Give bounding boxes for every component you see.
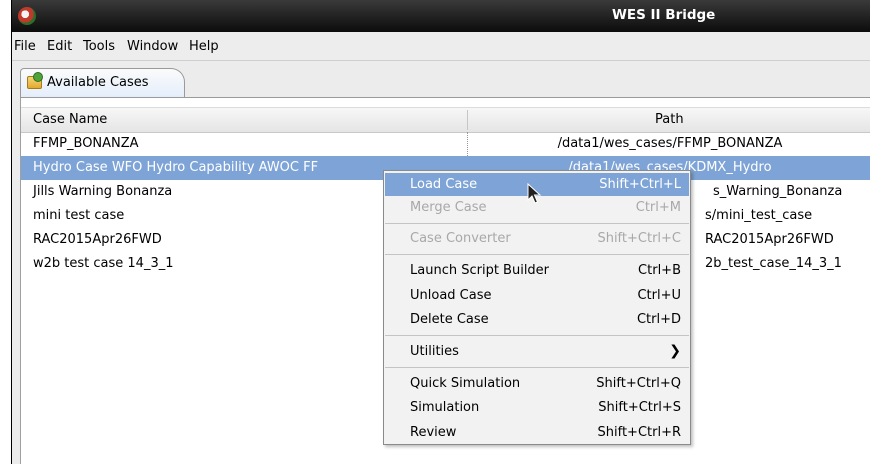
table-row[interactable]: FFMP_BONANZA /data1/wes_cases/FFMP_BONAN… xyxy=(21,132,870,156)
mouse-pointer-icon xyxy=(527,183,542,204)
app-logo-icon xyxy=(18,7,36,25)
menu-edit[interactable]: Edit xyxy=(47,39,72,54)
tab-label: Available Cases xyxy=(47,75,149,90)
menu-item-shortcut: Ctrl+B xyxy=(638,263,681,278)
case-name-cell: w2b test case 14_3_1 xyxy=(33,256,174,271)
cases-folder-icon xyxy=(27,72,43,89)
case-name-cell: FFMP_BONANZA xyxy=(33,136,139,151)
menu-item-label: Merge Case xyxy=(410,200,487,215)
case-path-cell: 2b_test_case_14_3_1 xyxy=(705,256,842,271)
title-bar[interactable]: WES II Bridge xyxy=(12,0,870,32)
case-name-cell: mini test case xyxy=(33,208,125,223)
case-path-cell: RAC2015Apr26FWD xyxy=(705,232,834,247)
menu-item-review[interactable]: Review Shift+Ctrl+R xyxy=(385,421,689,444)
column-header-path[interactable]: Path xyxy=(655,112,684,127)
menu-item-shortcut: Shift+Ctrl+L xyxy=(599,177,681,192)
menu-item-shortcut: Shift+Ctrl+R xyxy=(597,425,682,440)
menu-item-label: Quick Simulation xyxy=(410,376,521,391)
tab-strip: Available Cases xyxy=(20,60,870,98)
window-title: WES II Bridge xyxy=(612,7,716,23)
menu-item-label: Review xyxy=(410,425,457,440)
menu-separator xyxy=(385,223,689,224)
menu-item-shortcut: Ctrl+D xyxy=(636,312,681,327)
menu-item-label: Unload Case xyxy=(410,288,492,303)
table-header: Case Name Path xyxy=(21,107,870,133)
menu-item-label: Simulation xyxy=(410,400,480,415)
column-divider[interactable] xyxy=(467,110,468,130)
menu-separator xyxy=(385,254,689,255)
menu-item-simulation[interactable]: Simulation Shift+Ctrl+S xyxy=(385,396,689,419)
menu-item-shortcut: Shift+Ctrl+Q xyxy=(596,376,681,391)
menu-file[interactable]: File xyxy=(14,39,36,54)
menu-separator xyxy=(385,367,689,368)
case-name-cell: Hydro Case WFO Hydro Capability AWOC FF xyxy=(33,160,319,175)
menu-item-label: Delete Case xyxy=(410,312,489,327)
chevron-right-icon: ❯ xyxy=(669,343,681,359)
case-path-cell: s/mini_test_case xyxy=(705,208,813,223)
case-path-cell: s_Warning_Bonanza xyxy=(713,184,843,199)
menu-item-delete-case[interactable]: Delete Case Ctrl+D xyxy=(385,308,689,331)
menu-bar: File Edit Tools Window Help xyxy=(12,32,870,61)
menu-separator xyxy=(385,335,689,336)
menu-item-shortcut: Shift+Ctrl+S xyxy=(598,400,681,415)
menu-tools[interactable]: Tools xyxy=(83,39,115,54)
menu-window[interactable]: Window xyxy=(127,39,178,54)
case-name-cell: RAC2015Apr26FWD xyxy=(33,232,162,247)
tab-available-cases[interactable]: Available Cases xyxy=(20,68,185,97)
context-menu: Load Case Shift+Ctrl+L Merge Case Ctrl+M… xyxy=(383,170,691,445)
case-path-cell: /data1/wes_cases/FFMP_BONANZA xyxy=(557,136,783,151)
menu-item-case-converter[interactable]: Case Converter Shift+Ctrl+C xyxy=(385,227,689,250)
menu-item-label: Case Converter xyxy=(410,231,511,246)
menu-item-label: Launch Script Builder xyxy=(410,263,550,278)
menu-item-shortcut: Shift+Ctrl+C xyxy=(597,231,681,246)
menu-item-shortcut: Ctrl+M xyxy=(635,200,681,215)
menu-item-unload-case[interactable]: Unload Case Ctrl+U xyxy=(385,284,689,307)
menu-item-label: Load Case xyxy=(410,177,478,192)
menu-item-utilities[interactable]: Utilities ❯ xyxy=(385,340,689,363)
menu-item-launch-script-builder[interactable]: Launch Script Builder Ctrl+B xyxy=(385,259,689,282)
menu-item-quick-simulation[interactable]: Quick Simulation Shift+Ctrl+Q xyxy=(385,372,689,395)
menu-help[interactable]: Help xyxy=(189,39,219,54)
case-name-cell: Jills Warning Bonanza xyxy=(33,184,173,199)
menu-item-label: Utilities xyxy=(410,344,459,359)
menu-item-shortcut: Ctrl+U xyxy=(637,288,681,303)
column-header-case-name[interactable]: Case Name xyxy=(33,112,107,127)
